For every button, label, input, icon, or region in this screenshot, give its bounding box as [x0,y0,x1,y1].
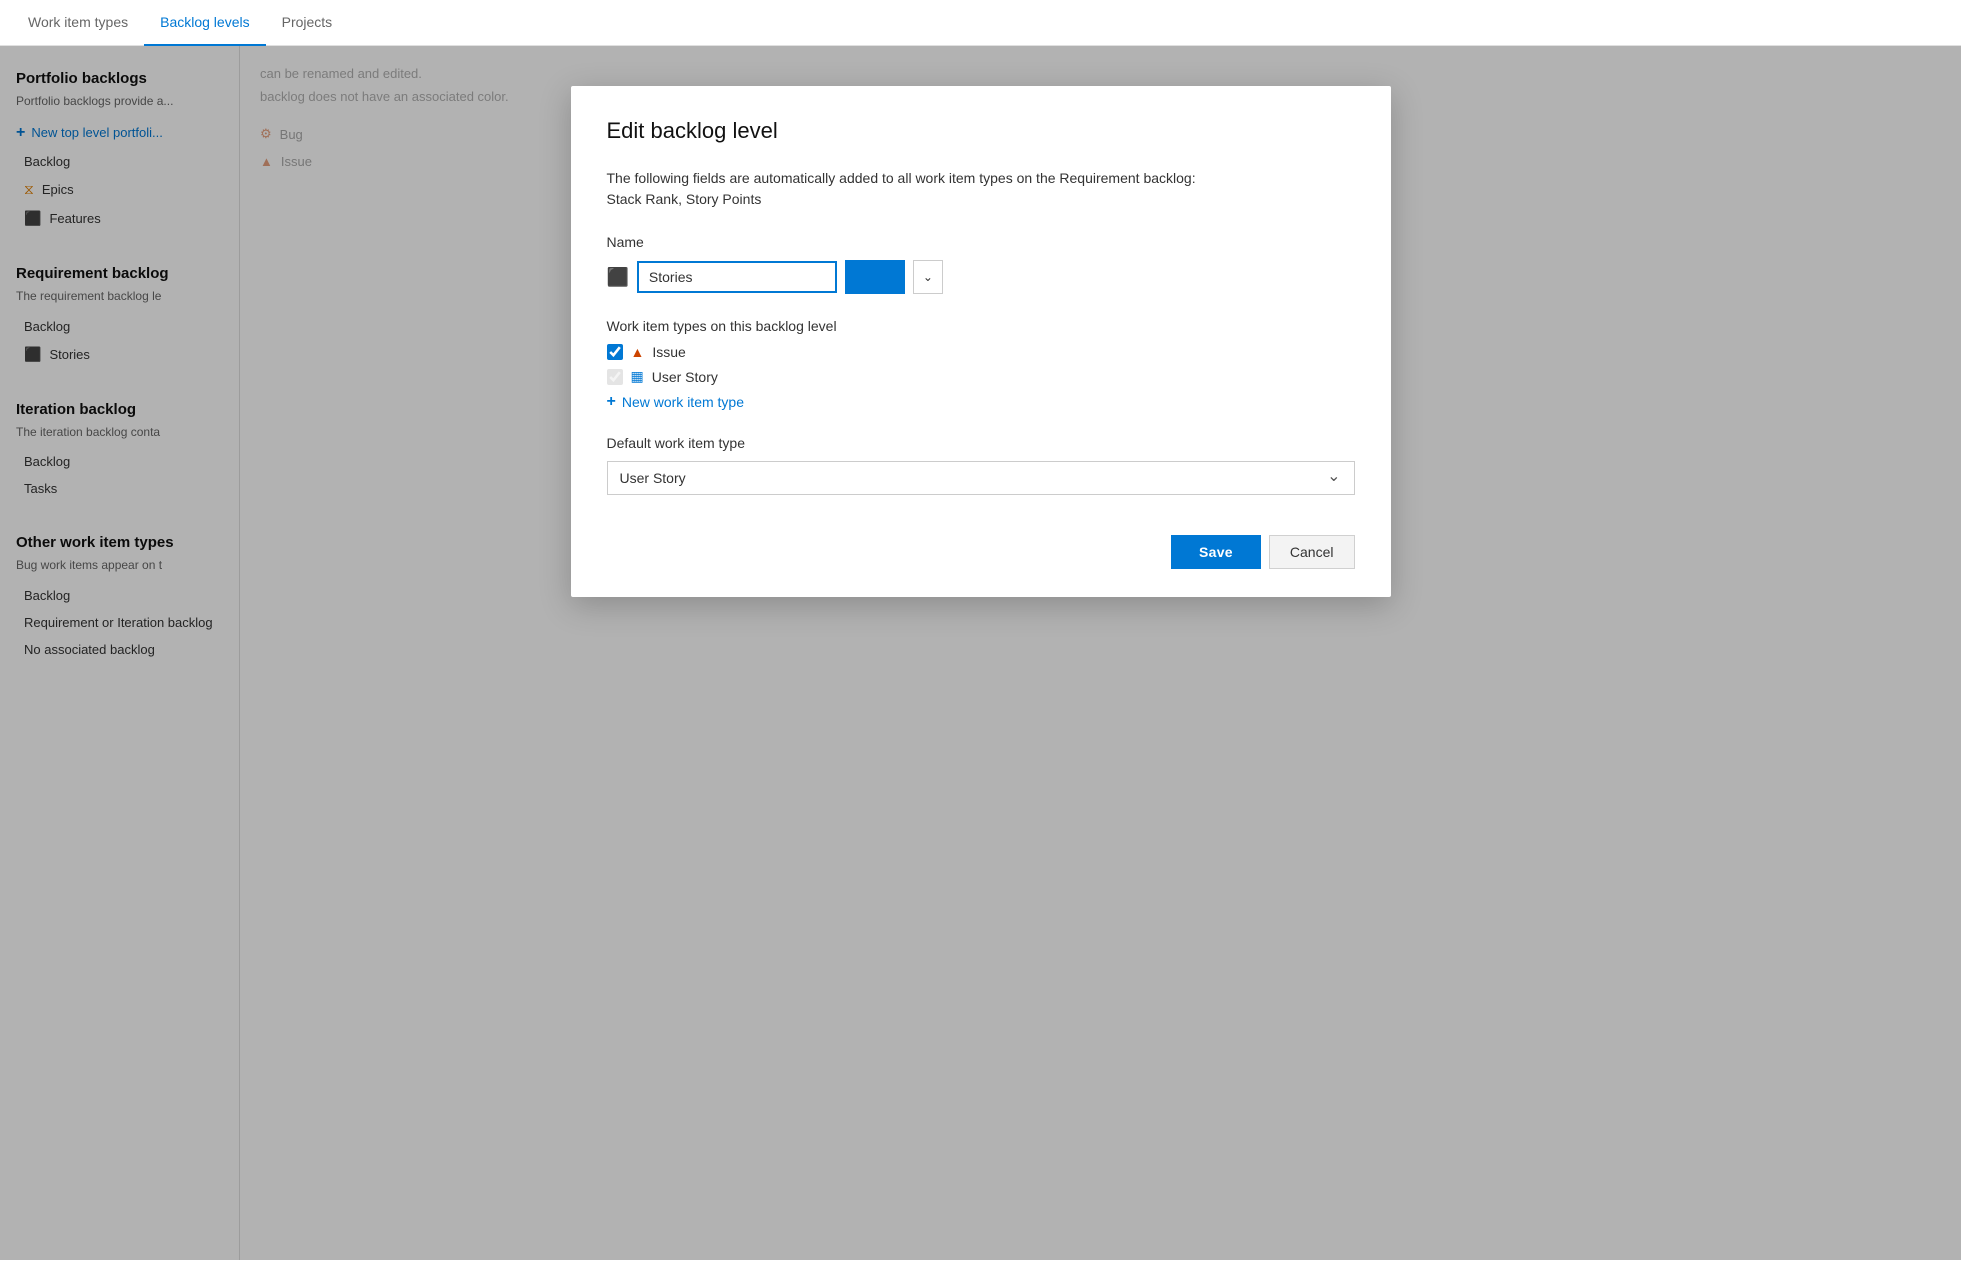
new-wit-plus-icon: + [607,393,616,411]
default-wit-label: Default work item type [607,435,1355,451]
default-wit-select-wrapper: User Story Issue [607,461,1355,495]
name-input[interactable] [637,261,837,293]
user-story-checkbox[interactable] [607,369,623,385]
edit-backlog-level-modal: Edit backlog level The following fields … [571,86,1391,597]
default-wit-select[interactable]: User Story Issue [607,461,1355,495]
name-row: ⬛ ⌄ [607,260,1355,294]
new-wit-label: New work item type [622,394,744,410]
color-dropdown-button[interactable]: ⌄ [913,260,943,294]
main-content: Portfolio backlogs Portfolio backlogs pr… [0,46,1961,1260]
top-nav: Work item types Backlog levels Projects [0,0,1961,46]
modal-info-line1: The following fields are automatically a… [607,170,1196,186]
modal-name-label: Name [607,234,1355,250]
save-button[interactable]: Save [1171,535,1261,569]
new-work-item-type-link[interactable]: + New work item type [607,393,1355,411]
modal-title: Edit backlog level [607,118,1355,144]
issue-wit-icon: ▲ [631,344,645,360]
issue-label: Issue [652,344,685,360]
modal-info-fields: Stack Rank, Story Points [607,191,762,207]
issue-checkbox[interactable] [607,344,623,360]
modal-info-text: The following fields are automatically a… [607,168,1355,210]
tab-projects[interactable]: Projects [266,0,349,46]
tab-work-item-types[interactable]: Work item types [12,0,144,46]
tab-backlog-levels[interactable]: Backlog levels [144,0,266,46]
cancel-button[interactable]: Cancel [1269,535,1355,569]
color-picker-button[interactable] [845,260,905,294]
user-story-checkbox-row: ▦ User Story [607,368,1355,385]
user-story-wit-icon: ▦ [631,368,644,385]
modal-overlay: Edit backlog level The following fields … [0,46,1961,1260]
user-story-label: User Story [652,369,718,385]
work-item-types-label: Work item types on this backlog level [607,318,1355,334]
issue-checkbox-row: ▲ Issue [607,344,1355,360]
modal-footer: Save Cancel [607,535,1355,569]
stories-grid-icon: ⬛ [607,267,629,288]
chevron-down-icon: ⌄ [923,270,933,284]
